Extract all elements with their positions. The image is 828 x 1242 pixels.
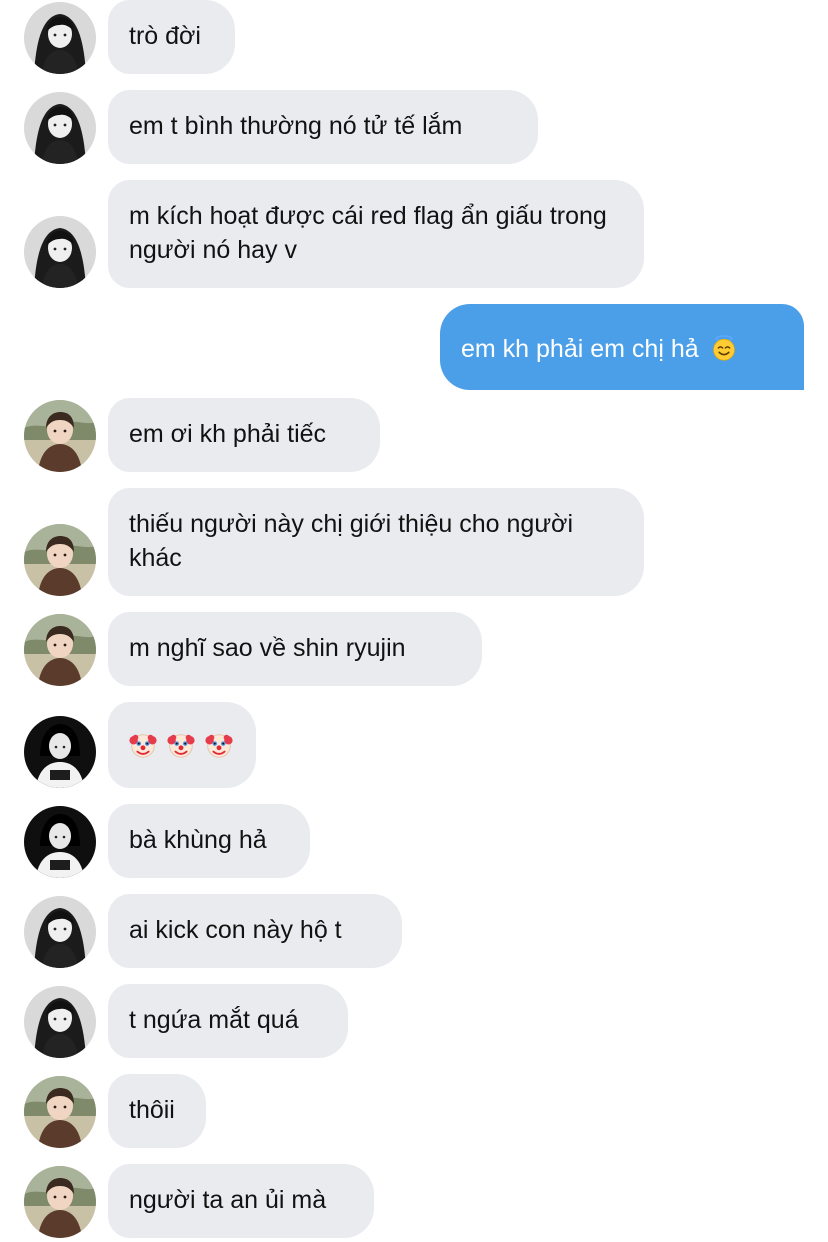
message-text: thôii — [129, 1096, 175, 1124]
message-text: người ta an ủi mà — [129, 1186, 327, 1214]
avatar-image — [24, 806, 96, 878]
avatar-image — [24, 614, 96, 686]
message-bubble-incoming[interactable]: m nghĩ sao về shin ryujin — [108, 612, 482, 686]
message-bubble-incoming[interactable]: m kích hoạt được cái red flag ẩn giấu tr… — [108, 180, 644, 288]
message-bubble-incoming[interactable] — [108, 702, 256, 788]
message-bubble-incoming[interactable]: bà khùng hả — [108, 804, 310, 878]
emoji-row — [128, 730, 236, 760]
avatar-image — [24, 400, 96, 472]
message-bubble-incoming[interactable]: t ngứa mắt quá — [108, 984, 348, 1058]
message-text: trò đời — [129, 22, 201, 50]
message-text: bà khùng hả — [129, 826, 267, 854]
avatar-girl-bw-hair[interactable] — [24, 2, 96, 74]
avatar-image — [24, 716, 96, 788]
message-bubble-incoming[interactable]: em ơi kh phải tiếc — [108, 398, 380, 472]
avatar-child-brown[interactable] — [24, 400, 96, 472]
message-bubble-outgoing[interactable]: em kh phải em chị hả — [440, 304, 804, 390]
avatar-child-brown[interactable] — [24, 1166, 96, 1238]
avatar-girl-bw-hair[interactable] — [24, 92, 96, 164]
avatar-image — [24, 524, 96, 596]
clown-face-icon — [166, 730, 196, 760]
avatar-girl-bw-shirt[interactable] — [24, 716, 96, 788]
message-text: em t bình thường nó tử tế lắm — [129, 112, 463, 140]
message-text: em ơi kh phải tiếc — [129, 420, 327, 448]
avatar-child-brown[interactable] — [24, 614, 96, 686]
message-bubble-incoming[interactable]: thiếu người này chị giới thiệu cho người… — [108, 488, 644, 596]
avatar-image — [24, 2, 96, 74]
avatar-girl-bw-shirt[interactable] — [24, 806, 96, 878]
avatar-image — [24, 1166, 96, 1238]
message-text: t ngứa mắt quá — [129, 1006, 299, 1034]
avatar-image — [24, 986, 96, 1058]
message-text: m kích hoạt được cái red flag ẩn giấu tr… — [129, 202, 607, 264]
avatar-girl-bw-hair[interactable] — [24, 896, 96, 968]
message-bubble-incoming[interactable]: người ta an ủi mà — [108, 1164, 374, 1238]
avatar-girl-bw-hair[interactable] — [24, 216, 96, 288]
clown-face-icon — [128, 730, 158, 760]
smiling-face-with-halo-icon — [710, 334, 738, 362]
avatar-image — [24, 896, 96, 968]
message-text: m nghĩ sao về shin ryujin — [129, 634, 406, 662]
avatar-image — [24, 92, 96, 164]
avatar-child-brown[interactable] — [24, 524, 96, 596]
avatar-image — [24, 216, 96, 288]
message-text: thiếu người này chị giới thiệu cho người… — [129, 510, 574, 572]
clown-face-icon — [204, 730, 234, 760]
message-bubble-incoming[interactable]: ai kick con này hộ t — [108, 894, 402, 968]
avatar-girl-bw-hair[interactable] — [24, 986, 96, 1058]
message-text: em kh phải em chị hả — [461, 335, 699, 363]
message-text: ai kick con này hộ t — [129, 916, 342, 944]
message-bubble-incoming[interactable]: thôii — [108, 1074, 206, 1148]
avatar-image — [24, 1076, 96, 1148]
message-bubble-incoming[interactable]: em t bình thường nó tử tế lắm — [108, 90, 538, 164]
avatar-child-brown[interactable] — [24, 1076, 96, 1148]
message-bubble-incoming[interactable]: trò đời — [108, 0, 235, 74]
